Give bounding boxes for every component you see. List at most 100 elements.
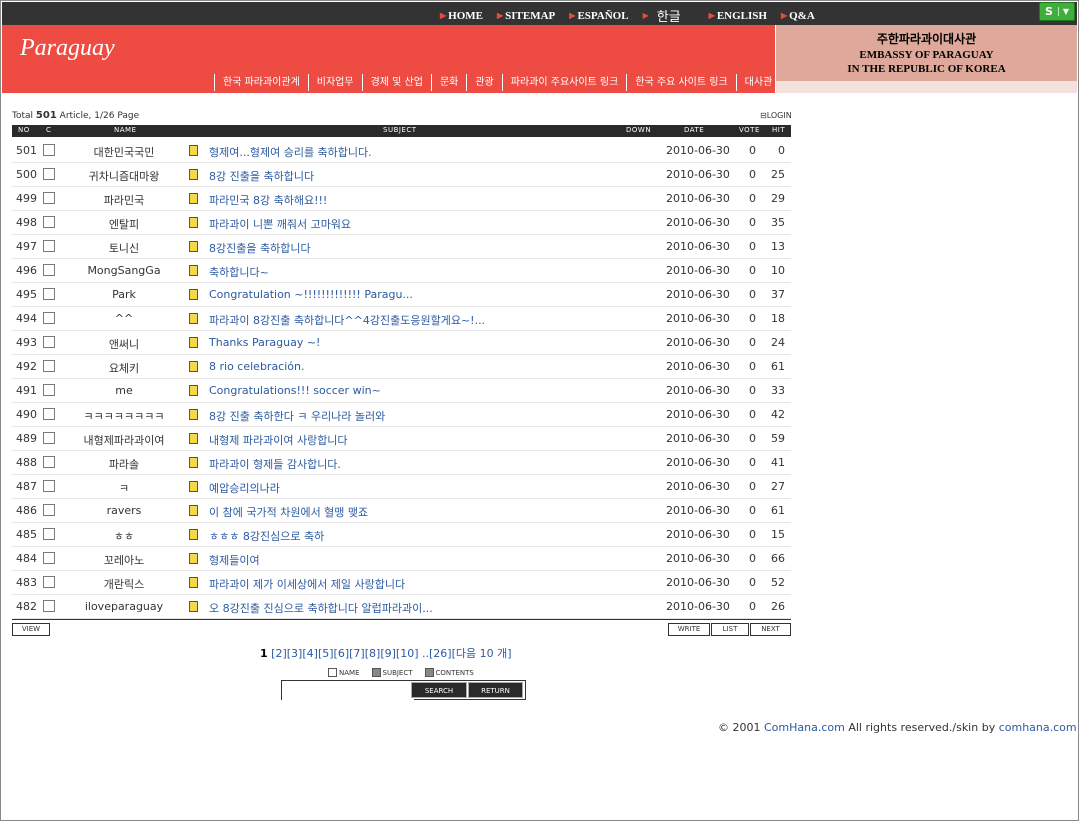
row-checkbox[interactable] — [43, 480, 55, 492]
row-checkbox[interactable] — [43, 432, 55, 444]
top-nav-home[interactable]: ▶ HOME — [440, 6, 483, 25]
search-opt-name[interactable]: NAME — [328, 668, 360, 677]
row-subject-link[interactable]: Congratulations!!! soccer win~ — [209, 384, 381, 397]
row-author[interactable]: 앤써니 — [64, 336, 184, 352]
row-author[interactable]: iloveparaguay — [64, 600, 184, 613]
row-author[interactable]: MongSangGa — [64, 264, 184, 277]
row-subject-link[interactable]: 축하합니다~ — [209, 264, 269, 280]
row-author[interactable]: 내형제파라과이여 — [64, 432, 184, 448]
view-button[interactable]: VIEW — [12, 623, 50, 636]
row-author[interactable]: ㅋㅋㅋㅋㅋㅋㅋㅋ — [64, 408, 184, 424]
row-author[interactable]: 토니신 — [64, 240, 184, 256]
login-link[interactable]: ⊟LOGIN — [760, 111, 792, 120]
page-link[interactable]: [6] — [334, 647, 350, 660]
checkbox-icon[interactable] — [328, 668, 337, 677]
row-checkbox[interactable] — [43, 192, 55, 204]
page-link[interactable]: [9] — [380, 647, 396, 660]
row-checkbox[interactable] — [43, 408, 55, 420]
row-subject-link[interactable]: Congratulation ~!!!!!!!!!!!!! Paragu... — [209, 288, 413, 301]
write-button[interactable]: WRITE — [668, 623, 710, 636]
top-nav-korean[interactable]: ▶ 한글 — [643, 6, 681, 25]
skin-credit-link[interactable]: comhana.com — [999, 721, 1077, 734]
row-author[interactable]: me — [64, 384, 184, 397]
row-author[interactable]: ㅎㅎ — [64, 528, 184, 544]
row-subject-link[interactable]: 파라과이 형제들 감사합니다. — [209, 456, 341, 472]
checkbox-checked-icon[interactable] — [424, 668, 434, 677]
menu-item[interactable]: 파라과이 주요사이트 링크 — [501, 74, 627, 91]
search-button[interactable]: SEARCH — [411, 682, 467, 698]
return-button[interactable]: RETURN — [468, 682, 523, 698]
row-checkbox[interactable] — [43, 456, 55, 468]
row-author[interactable]: 대한민국국민 — [64, 144, 184, 160]
row-checkbox[interactable] — [43, 336, 55, 348]
page-link[interactable]: [5] — [318, 647, 334, 660]
menu-item[interactable]: 문화 — [430, 74, 466, 91]
chevron-down-icon[interactable]: ▼ — [1058, 7, 1073, 16]
row-subject-link[interactable]: 오 8강진출 진심으로 축하합니다 알럽파라과이... — [209, 600, 433, 616]
last-page-link[interactable]: [26] — [429, 647, 452, 660]
row-author[interactable]: ^^ — [64, 312, 184, 325]
row-checkbox[interactable] — [43, 168, 55, 180]
menu-item[interactable]: 경제 및 산업 — [361, 74, 431, 91]
row-checkbox[interactable] — [43, 216, 55, 228]
site-logo[interactable]: Paraguay — [20, 35, 115, 62]
row-checkbox[interactable] — [43, 504, 55, 516]
row-author[interactable]: 엔탈피 — [64, 216, 184, 232]
top-nav-espanol[interactable]: ▶ ESPAÑOL — [569, 6, 628, 25]
row-checkbox[interactable] — [43, 552, 55, 564]
page-link[interactable]: [7] — [349, 647, 365, 660]
row-author[interactable]: 귀차니즘대마왕 — [64, 168, 184, 184]
row-subject-link[interactable]: 8강 진출 축하한다 ㅋ 우리나라 놀러와 — [209, 408, 385, 424]
row-subject-link[interactable]: 8강 진출을 축하합니다 — [209, 168, 314, 184]
row-subject-link[interactable]: 8 rio celebración. — [209, 360, 305, 373]
row-checkbox[interactable] — [43, 312, 55, 324]
checkbox-checked-icon[interactable] — [371, 668, 381, 677]
row-author[interactable]: 꼬레아노 — [64, 552, 184, 568]
top-nav-sitemap[interactable]: ▶ SITEMAP — [497, 6, 555, 25]
search-input[interactable] — [282, 681, 414, 701]
row-checkbox[interactable] — [43, 384, 55, 396]
row-subject-link[interactable]: ㅎㅎㅎ 8강진심으로 축하 — [209, 528, 324, 544]
row-subject-link[interactable]: 내형제 파라과이여 사랑합니다 — [209, 432, 348, 448]
row-author[interactable]: Park — [64, 288, 184, 301]
row-checkbox[interactable] — [43, 360, 55, 372]
next-button[interactable]: NEXT — [750, 623, 791, 636]
row-author[interactable]: ravers — [64, 504, 184, 517]
row-checkbox[interactable] — [43, 528, 55, 540]
row-subject-link[interactable]: 파라민국 8강 축하해요!!! — [209, 192, 327, 208]
comhana-link[interactable]: ComHana.com — [764, 721, 845, 734]
row-checkbox[interactable] — [43, 600, 55, 612]
row-subject-link[interactable]: 파라과이 제가 이세상에서 제일 사랑합니다 — [209, 576, 405, 592]
row-checkbox[interactable] — [43, 288, 55, 300]
row-author[interactable]: 요체키 — [64, 360, 184, 376]
menu-item[interactable]: 한국 파라과이관계 — [214, 74, 308, 91]
row-author[interactable]: ㅋ — [64, 480, 184, 496]
row-checkbox[interactable] — [43, 240, 55, 252]
menu-item[interactable]: 한국 주요 사이트 링크 — [626, 74, 735, 91]
next-10-pages-link[interactable]: [다음 10 개] — [452, 647, 512, 660]
row-subject-link[interactable]: 파라과이 8강진출 축하합니다^^4강진출도응원할게요~!... — [209, 312, 485, 328]
row-subject-link[interactable]: 형제여...형제여 승리를 축하합니다. — [209, 144, 372, 160]
search-opt-contents[interactable]: CONTENTS — [424, 668, 474, 677]
row-author[interactable]: 파라민국 — [64, 192, 184, 208]
row-author[interactable]: 파라솔 — [64, 456, 184, 472]
row-subject-link[interactable]: 형제들이여 — [209, 552, 260, 568]
row-subject-link[interactable]: 예압승리의나라 — [209, 480, 280, 496]
top-nav-english[interactable]: ▶ ENGLISH — [709, 6, 767, 25]
row-checkbox[interactable] — [43, 264, 55, 276]
row-checkbox[interactable] — [43, 576, 55, 588]
top-nav-qa[interactable]: ▶ Q&A — [781, 6, 815, 25]
row-subject-link[interactable]: 이 참에 국가적 차원에서 혈맹 맺죠 — [209, 504, 368, 520]
page-link[interactable]: [8] — [365, 647, 381, 660]
row-subject-link[interactable]: Thanks Paraguay ~! — [209, 336, 320, 349]
menu-item[interactable]: 비자업무 — [307, 74, 362, 91]
page-link[interactable]: [2] — [271, 647, 287, 660]
page-link[interactable]: [4] — [302, 647, 318, 660]
page-link[interactable]: [3] — [287, 647, 303, 660]
list-button[interactable]: LIST — [711, 623, 749, 636]
row-subject-link[interactable]: 8강진출을 축하합니다 — [209, 240, 311, 256]
row-author[interactable]: 개란릭스 — [64, 576, 184, 592]
search-opt-subject[interactable]: SUBJECT — [371, 668, 413, 677]
s-toolbar-button[interactable]: S ▼ — [1039, 2, 1075, 21]
row-subject-link[interactable]: 파라과이 니뽄 깨줘서 고마워요 — [209, 216, 351, 232]
